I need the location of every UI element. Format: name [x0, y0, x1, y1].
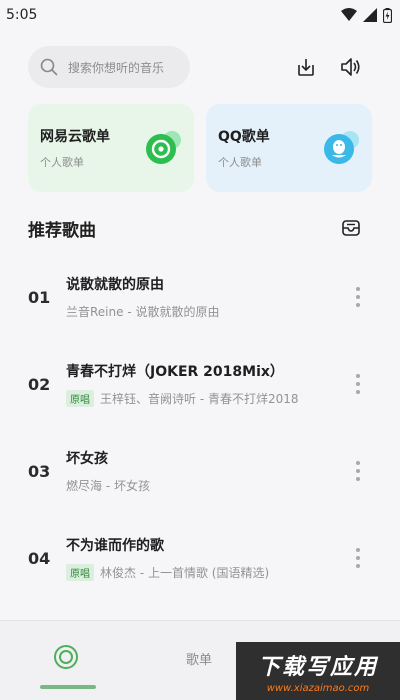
battery-icon	[383, 7, 392, 23]
song-row[interactable]: 04 不为谁而作的歌 原唱 林俊杰 - 上一首情歌 (国语精选)	[28, 526, 372, 590]
song-artist-album: 王梓钰、音阙诗听 - 青春不打烊2018	[100, 392, 299, 406]
signal-icon	[363, 8, 377, 22]
status-time: 5:05	[6, 7, 38, 23]
more-options-icon[interactable]	[348, 287, 368, 307]
search-input[interactable]: 搜索你想听的音乐	[28, 46, 190, 88]
song-info: 说散就散的原由 兰音Reine - 说散就散的原由	[66, 274, 348, 320]
tab-playlist[interactable]: 歌单	[186, 649, 212, 668]
song-number: 02	[28, 374, 51, 394]
top-actions	[294, 55, 372, 79]
song-artist-album: 燃尽海 - 坏女孩	[66, 479, 150, 493]
watermark-logo: 下载写应用	[257, 654, 378, 680]
recommended-section-header: 推荐歌曲	[28, 214, 372, 242]
song-meta: 原唱 王梓钰、音阙诗听 - 青春不打烊2018	[66, 390, 348, 407]
top-bar: 搜索你想听的音乐	[28, 46, 372, 88]
netease-music-logo-icon	[146, 131, 181, 164]
original-badge: 原唱	[66, 564, 94, 581]
song-meta: 兰音Reine - 说散就散的原由	[66, 303, 348, 320]
song-row[interactable]: 02 青春不打烊（JOKER 2018Mix） 原唱 王梓钰、音阙诗听 - 青春…	[28, 352, 372, 416]
song-title: 坏女孩	[66, 451, 108, 467]
section-title: 推荐歌曲	[28, 220, 96, 241]
song-artist-album: 林俊杰 - 上一首情歌 (国语精选)	[100, 566, 270, 580]
status-icons	[341, 7, 392, 23]
song-meta: 燃尽海 - 坏女孩	[66, 477, 348, 494]
home-tab-icon[interactable]	[52, 643, 80, 671]
watermark-url: www.xiazaimao.com	[266, 682, 370, 694]
more-options-icon[interactable]	[348, 374, 368, 394]
status-bar: 5:05	[0, 0, 400, 30]
wifi-icon	[341, 8, 357, 21]
netease-playlist-card[interactable]: 网易云歌单 个人歌单	[28, 104, 194, 192]
song-number: 01	[28, 287, 51, 307]
playlist-cards: 网易云歌单 个人歌单 QQ歌单 个人歌单	[28, 104, 372, 192]
song-number: 03	[28, 461, 51, 481]
speaker-icon	[341, 58, 360, 76]
song-row[interactable]: 03 坏女孩 燃尽海 - 坏女孩	[28, 439, 372, 503]
qq-music-logo-icon	[324, 131, 359, 164]
active-tab-indicator	[40, 685, 96, 689]
original-badge: 原唱	[66, 390, 94, 407]
song-artist-album: 兰音Reine - 说散就散的原由	[66, 305, 220, 319]
song-title: 不为谁而作的歌	[66, 538, 164, 554]
inbox-icon[interactable]	[340, 217, 362, 239]
song-meta: 原唱 林俊杰 - 上一首情歌 (国语精选)	[66, 564, 348, 581]
song-title: 青春不打烊（JOKER 2018Mix）	[66, 364, 284, 380]
song-row[interactable]: 01 说散就散的原由 兰音Reine - 说散就散的原由	[28, 265, 372, 329]
volume-button[interactable]	[338, 55, 362, 79]
download-button[interactable]	[294, 55, 318, 79]
site-watermark: 下载写应用 www.xiazaimao.com	[236, 642, 400, 700]
song-info: 青春不打烊（JOKER 2018Mix） 原唱 王梓钰、音阙诗听 - 青春不打烊…	[66, 361, 348, 407]
qq-playlist-card[interactable]: QQ歌单 个人歌单	[206, 104, 372, 192]
more-options-icon[interactable]	[348, 548, 368, 568]
more-options-icon[interactable]	[348, 461, 368, 481]
search-icon	[40, 58, 58, 76]
download-icon	[298, 59, 314, 76]
song-title: 说散就散的原由	[66, 277, 164, 293]
song-number: 04	[28, 548, 51, 568]
search-placeholder: 搜索你想听的音乐	[68, 60, 165, 75]
song-info: 不为谁而作的歌 原唱 林俊杰 - 上一首情歌 (国语精选)	[66, 535, 348, 581]
song-info: 坏女孩 燃尽海 - 坏女孩	[66, 448, 348, 494]
